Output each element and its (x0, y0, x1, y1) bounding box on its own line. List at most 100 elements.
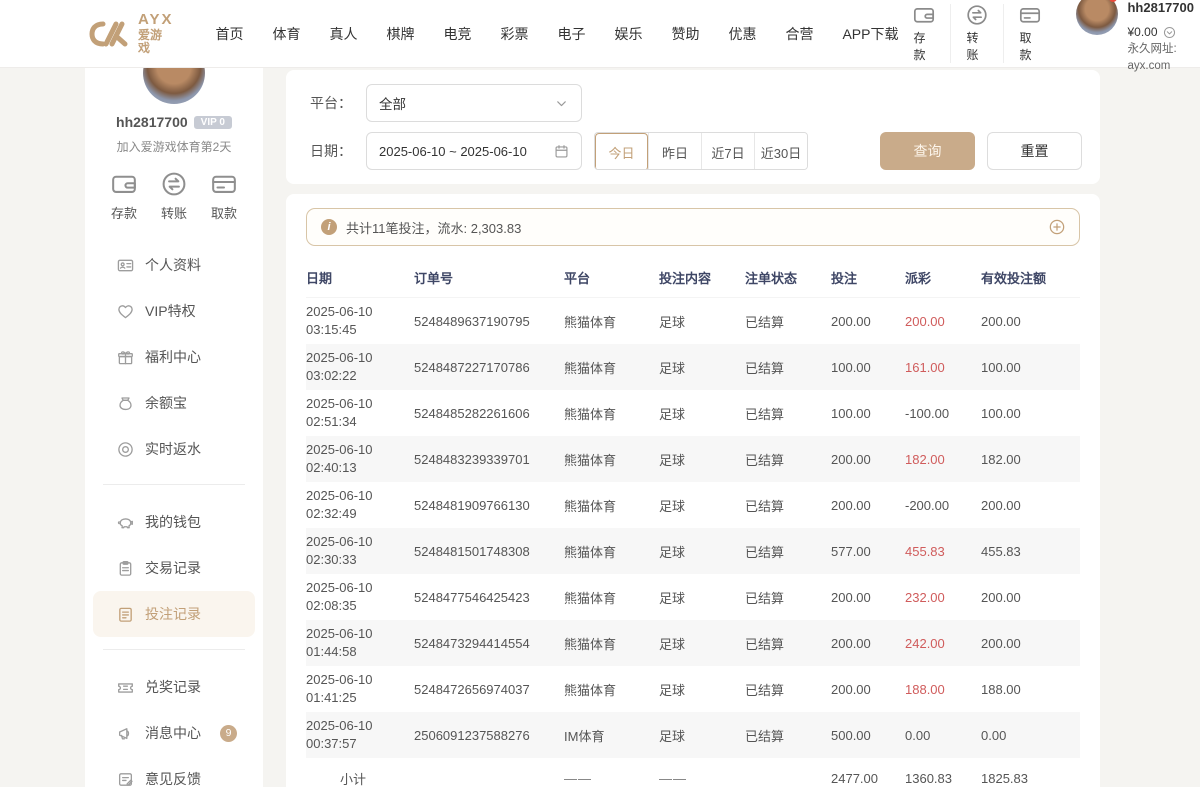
nav-item[interactable]: 合营 (785, 24, 813, 44)
sidebar-item-rebate[interactable]: 实时返水 (93, 426, 255, 472)
cell-valid-bet: 182.00 (981, 452, 1080, 467)
reset-button[interactable]: 重置 (987, 132, 1082, 170)
calendar-icon (554, 144, 569, 159)
cell-bet: 200.00 (831, 636, 905, 651)
balance-refresh-icon[interactable] (1163, 26, 1176, 39)
search-button[interactable]: 查询 (880, 132, 975, 170)
nav-item[interactable]: 电子 (557, 24, 585, 44)
sidebar-item-ticket[interactable]: 兑奖记录 (93, 664, 255, 710)
table-subtotal-row: 小计————2477.001360.831825.83 (306, 758, 1080, 787)
cell-valid-bet: 100.00 (981, 406, 1080, 421)
table-row: 2025-06-1002:51:345248485282261606熊猫体育足球… (306, 390, 1080, 436)
clipboard-icon (117, 560, 134, 577)
sidebar-item-id-card[interactable]: 个人资料 (93, 242, 255, 288)
sidebar-item-vip-heart[interactable]: VIP特权 (93, 288, 255, 334)
header-action[interactable]: 取款 (1003, 4, 1056, 63)
cell-order: 5248487227170786 (414, 360, 564, 375)
cell-order: 5248477546425423 (414, 590, 564, 605)
platform-select-value: 全部 (379, 93, 554, 113)
bet-date: 2025-06-10 (306, 671, 414, 689)
sidebar-item-feedback[interactable]: 意见反馈 (93, 756, 255, 787)
deposit-wallet-icon (111, 171, 137, 197)
sidebar: hh2817700 VIP 0 加入爱游戏体育第2天 存款转账取款 个人资料VI… (85, 68, 263, 787)
cell-bet: 100.00 (831, 360, 905, 375)
cell-platform: 熊猫体育 (564, 404, 659, 423)
bet-date: 2025-06-10 (306, 395, 414, 413)
cell-date: 2025-06-1003:02:22 (306, 349, 414, 384)
sidebar-quick-action[interactable]: 存款 (111, 171, 137, 222)
subtotal-platform: —— (564, 771, 659, 786)
platform-select[interactable]: 全部 (366, 84, 582, 122)
range-button[interactable]: 昨日 (648, 133, 701, 170)
cell-payout: 232.00 (905, 590, 981, 605)
profile-vip-badge: VIP 0 (194, 116, 232, 129)
nav-item[interactable]: 体育 (272, 24, 300, 44)
cell-valid-bet: 455.83 (981, 544, 1080, 559)
date-range-input[interactable]: 2025-06-10 ~ 2025-06-10 (366, 132, 582, 170)
cell-order: 5248481501748308 (414, 544, 564, 559)
cell-date: 2025-06-1003:15:45 (306, 303, 414, 338)
nav-item[interactable]: 彩票 (500, 24, 528, 44)
sidebar-item-clipboard[interactable]: 交易记录 (93, 545, 255, 591)
bet-time: 00:37:57 (306, 735, 414, 753)
megaphone-icon (117, 725, 134, 742)
range-button[interactable]: 近7日 (701, 133, 754, 170)
header-action[interactable]: 存款 (898, 4, 950, 63)
sidebar-item-moneybag[interactable]: 余额宝 (93, 380, 255, 426)
sidebar-item-label: 实时返水 (145, 439, 201, 459)
cell-status: 已结算 (745, 680, 831, 699)
username: hh2817700 (1127, 0, 1194, 18)
column-header: 注单状态 (745, 268, 831, 287)
cell-platform: 熊猫体育 (564, 496, 659, 515)
header-action[interactable]: 转账 (950, 4, 1003, 63)
cell-date: 2025-06-1002:40:13 (306, 441, 414, 476)
nav-item[interactable]: APP下载 (842, 24, 898, 44)
withdraw-card-icon (1019, 4, 1041, 26)
cell-date: 2025-06-1000:37:57 (306, 717, 414, 752)
vip-heart-icon (117, 303, 134, 320)
cell-bet: 200.00 (831, 452, 905, 467)
column-header: 投注 (831, 268, 905, 287)
sidebar-item-piggy-bank[interactable]: 我的钱包 (93, 499, 255, 545)
sidebar-quick-actions: 存款转账取款 (85, 171, 263, 228)
sidebar-item-gift[interactable]: 福利中心 (93, 334, 255, 380)
bet-records-panel: i 共计11笔投注，流水: 2,303.83 日期订单号平台投注内容注单状态投注… (286, 194, 1100, 787)
sidebar-item-megaphone[interactable]: 消息中心9 (93, 710, 255, 756)
brand-logo[interactable]: AYX 爱游戏 (86, 12, 173, 55)
nav-item[interactable]: 真人 (329, 24, 357, 44)
balance-value: ¥0.00 (1127, 24, 1157, 41)
nav-item[interactable]: 棋牌 (386, 24, 414, 44)
cell-bet: 200.00 (831, 590, 905, 605)
brand-name-cn: 爱游戏 (138, 29, 173, 55)
cell-content: 足球 (659, 496, 745, 515)
sidebar-item-label: 福利中心 (145, 347, 201, 367)
cell-order: 5248481909766130 (414, 498, 564, 513)
cell-valid-bet: 200.00 (981, 314, 1080, 329)
nav-item[interactable]: 赞助 (671, 24, 699, 44)
nav-item[interactable]: 电竞 (443, 24, 471, 44)
bet-time: 01:41:25 (306, 689, 414, 707)
table-row: 2025-06-1002:08:355248477546425423熊猫体育足球… (306, 574, 1080, 620)
range-button[interactable]: 近30日 (754, 133, 807, 170)
range-button[interactable]: 今日 (595, 133, 648, 170)
sidebar-quick-action[interactable]: 取款 (211, 171, 237, 222)
table-row: 2025-06-1001:41:255248472656974037熊猫体育足球… (306, 666, 1080, 712)
rebate-icon (117, 441, 134, 458)
subtotal-label: 小计 (306, 769, 414, 787)
nav-item[interactable]: 优惠 (728, 24, 756, 44)
nav-item[interactable]: 娱乐 (614, 24, 642, 44)
top-header: AYX 爱游戏 首页 体育 真人 棋牌 电竞 彩票 电子 娱乐 赞助 优惠 合营 APP下载 存款转账… (0, 0, 1200, 68)
cell-status: 已结算 (745, 634, 831, 653)
plus-circle-icon[interactable] (1049, 219, 1065, 235)
sidebar-menu-group: 兑奖记录消息中心9意见反馈 (85, 664, 263, 787)
cell-valid-bet: 200.00 (981, 636, 1080, 651)
cell-status: 已结算 (745, 312, 831, 331)
sidebar-item-bet-records[interactable]: 投注记录 (93, 591, 255, 637)
subtotal-bet: 2477.00 (831, 771, 905, 786)
sidebar-quick-action[interactable]: 转账 (161, 171, 187, 222)
unread-count-badge: 9 (220, 725, 237, 742)
bet-date: 2025-06-10 (306, 349, 414, 367)
nav-item[interactable]: 首页 (215, 24, 243, 44)
user-avatar[interactable] (1076, 0, 1118, 35)
bet-time: 02:51:34 (306, 413, 414, 431)
